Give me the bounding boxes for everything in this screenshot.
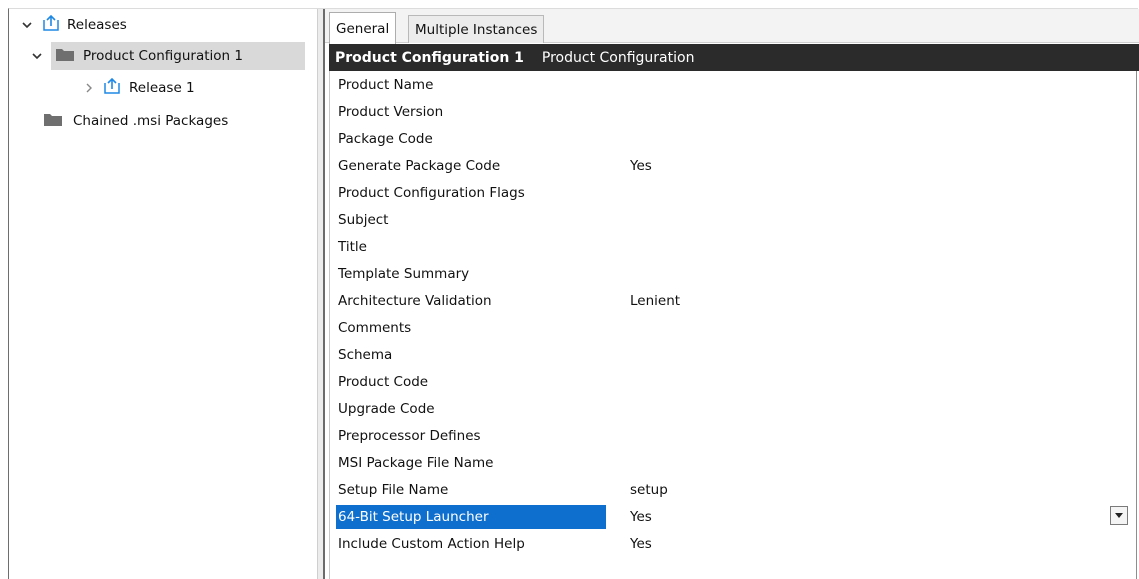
tab-multiple-instances[interactable]: Multiple Instances [408, 15, 545, 43]
property-name: Template Summary [338, 265, 470, 282]
property-row[interactable]: Setup File Name setup [330, 476, 1136, 503]
property-row[interactable]: MSI Package File Name [330, 449, 1136, 476]
property-name: Upgrade Code [338, 400, 435, 417]
chevron-down-icon [1115, 512, 1123, 518]
tree-item-label: Releases [67, 17, 127, 33]
property-name: Product Code [338, 373, 429, 390]
property-name: Subject [338, 211, 389, 228]
dropdown-button[interactable] [1110, 506, 1128, 525]
property-name: 64-Bit Setup Launcher [336, 504, 606, 529]
property-name: Include Custom Action Help [338, 535, 525, 552]
property-row-selected[interactable]: 64-Bit Setup Launcher Yes [330, 503, 1136, 530]
property-name: Architecture Validation [338, 292, 492, 309]
property-value[interactable]: Yes [630, 536, 652, 552]
release-icon [103, 77, 121, 99]
property-grid: Product Name Product Version Package Cod… [329, 71, 1137, 579]
property-row[interactable]: Subject [330, 206, 1136, 233]
property-row[interactable]: Product Configuration Flags [330, 179, 1136, 206]
tree-selection: Product Configuration 1 [51, 42, 305, 70]
chevron-right-icon[interactable] [83, 82, 95, 94]
property-name: Title [338, 238, 367, 255]
property-row[interactable]: Product Version [330, 98, 1136, 125]
property-row[interactable]: Schema [330, 341, 1136, 368]
property-name: Generate Package Code [338, 157, 501, 174]
property-row[interactable]: Product Name [330, 71, 1136, 98]
tree-item-chained-msi-packages[interactable]: Chained .msi Packages [43, 107, 228, 135]
folder-icon [43, 111, 63, 131]
property-name: MSI Package File Name [338, 454, 494, 471]
header-type: Product Configuration [541, 49, 695, 66]
property-row[interactable]: Preprocessor Defines [330, 422, 1136, 449]
property-name: Package Code [338, 130, 433, 147]
tree-item-releases[interactable]: Releases [21, 11, 127, 39]
property-row[interactable]: Template Summary [330, 260, 1136, 287]
chevron-down-icon[interactable] [21, 19, 33, 31]
property-row[interactable]: Upgrade Code [330, 395, 1136, 422]
tree-item-label: Chained .msi Packages [73, 113, 229, 129]
tree-item-product-configuration-1[interactable]: Product Configuration 1 [21, 42, 314, 70]
release-icon [42, 14, 60, 36]
property-name: Setup File Name [338, 481, 449, 498]
property-name: Preprocessor Defines [338, 427, 481, 444]
property-row[interactable]: Include Custom Action Help Yes [330, 530, 1136, 557]
release-tree: Releases Product Configuration 1 Release [9, 9, 314, 579]
property-row[interactable]: Product Code [330, 368, 1136, 395]
tab-strip: General Multiple Instances [325, 9, 1139, 44]
property-row[interactable]: Comments [330, 314, 1136, 341]
property-value[interactable]: Yes [630, 158, 652, 174]
property-row[interactable]: Package Code [330, 125, 1136, 152]
property-value-select[interactable]: Yes [630, 509, 652, 525]
tree-item-release-1[interactable]: Release 1 [21, 74, 195, 102]
property-name: Product Name [338, 76, 434, 93]
property-header: Product Configuration 1 Product Configur… [329, 44, 1139, 71]
property-value[interactable]: setup [630, 482, 668, 498]
chevron-down-icon[interactable] [31, 50, 43, 62]
property-value[interactable]: Lenient [630, 293, 680, 309]
property-name: Product Version [338, 103, 444, 120]
property-name: Schema [338, 346, 393, 363]
header-name: Product Configuration 1 [335, 49, 524, 66]
property-panel: General Multiple Instances Product Confi… [325, 9, 1139, 579]
property-row[interactable]: Architecture Validation Lenient [330, 287, 1136, 314]
property-row[interactable]: Generate Package Code Yes [330, 152, 1136, 179]
tab-general[interactable]: General [329, 12, 397, 44]
property-name: Comments [338, 319, 412, 336]
tree-item-label: Release 1 [129, 80, 195, 96]
tree-item-label: Product Configuration 1 [83, 48, 243, 64]
folder-icon [55, 46, 75, 66]
property-name: Product Configuration Flags [338, 184, 525, 201]
property-row[interactable]: Title [330, 233, 1136, 260]
